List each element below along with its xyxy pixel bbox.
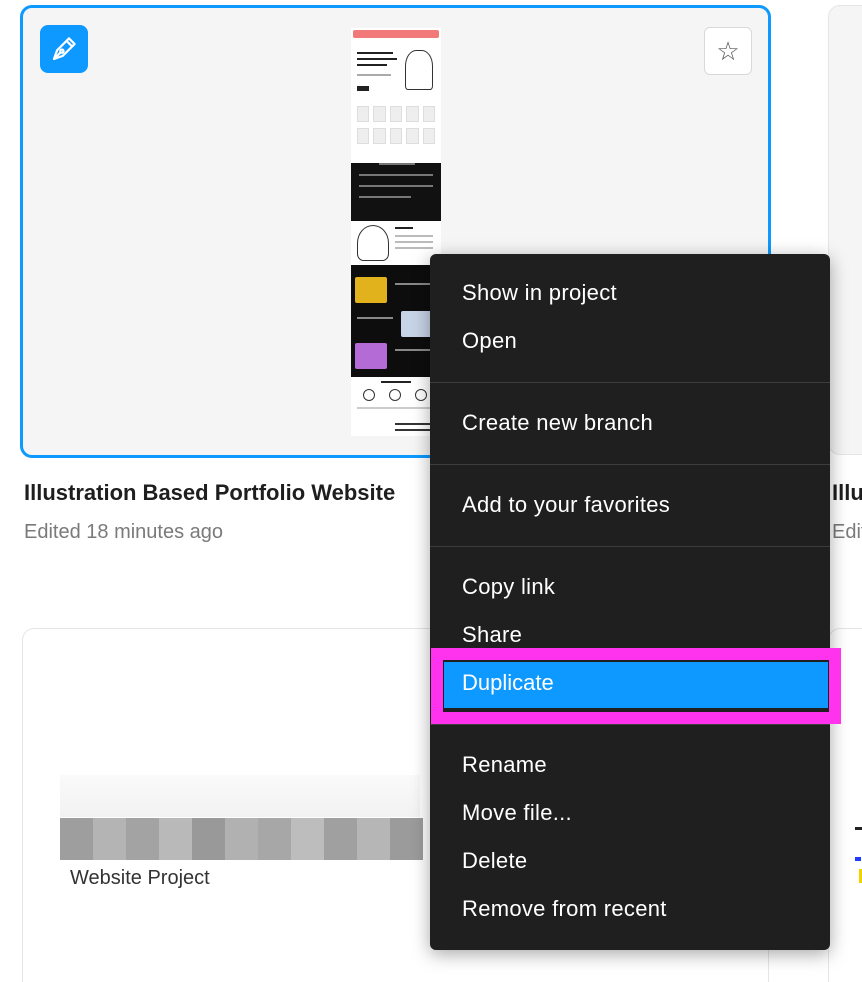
file-thumbnail	[351, 28, 441, 436]
thumbnail-fade	[60, 775, 420, 817]
file-edited-time-right: Edited	[832, 521, 862, 543]
menu-item-duplicate-label: Duplicate	[462, 670, 554, 695]
thumbnail-caption: Website Project	[70, 867, 210, 889]
menu-item-add-to-favorites[interactable]: Add to your favorites	[462, 492, 670, 518]
file-card-right-bottom[interactable]	[828, 628, 862, 982]
menu-item-create-new-branch[interactable]: Create new branch	[462, 410, 653, 436]
menu-item-move-file[interactable]: Move file...	[462, 800, 572, 826]
menu-item-open[interactable]: Open	[462, 328, 517, 354]
menu-item-share[interactable]: Share	[462, 622, 522, 648]
blurred-thumbnail-text	[60, 818, 423, 860]
menu-item-delete[interactable]: Delete	[462, 848, 527, 874]
menu-item-copy-link[interactable]: Copy link	[462, 574, 555, 600]
file-title[interactable]: Illustration Based Portfolio Website	[24, 480, 434, 506]
menu-divider	[430, 724, 830, 725]
menu-divider	[430, 464, 830, 465]
menu-item-rename[interactable]: Rename	[462, 752, 547, 778]
context-menu: Show in project Open Create new branch A…	[430, 254, 830, 950]
menu-item-show-in-project[interactable]: Show in project	[462, 280, 617, 306]
file-card-right-top[interactable]	[828, 5, 862, 455]
pen-icon	[40, 25, 88, 73]
file-title-right[interactable]: Illustration	[832, 480, 862, 506]
star-icon[interactable]: ☆	[704, 27, 752, 75]
menu-item-remove-from-recent[interactable]: Remove from recent	[462, 896, 667, 922]
file-edited-time: Edited 18 minutes ago	[24, 521, 224, 543]
menu-divider	[430, 382, 830, 383]
menu-divider	[430, 546, 830, 547]
